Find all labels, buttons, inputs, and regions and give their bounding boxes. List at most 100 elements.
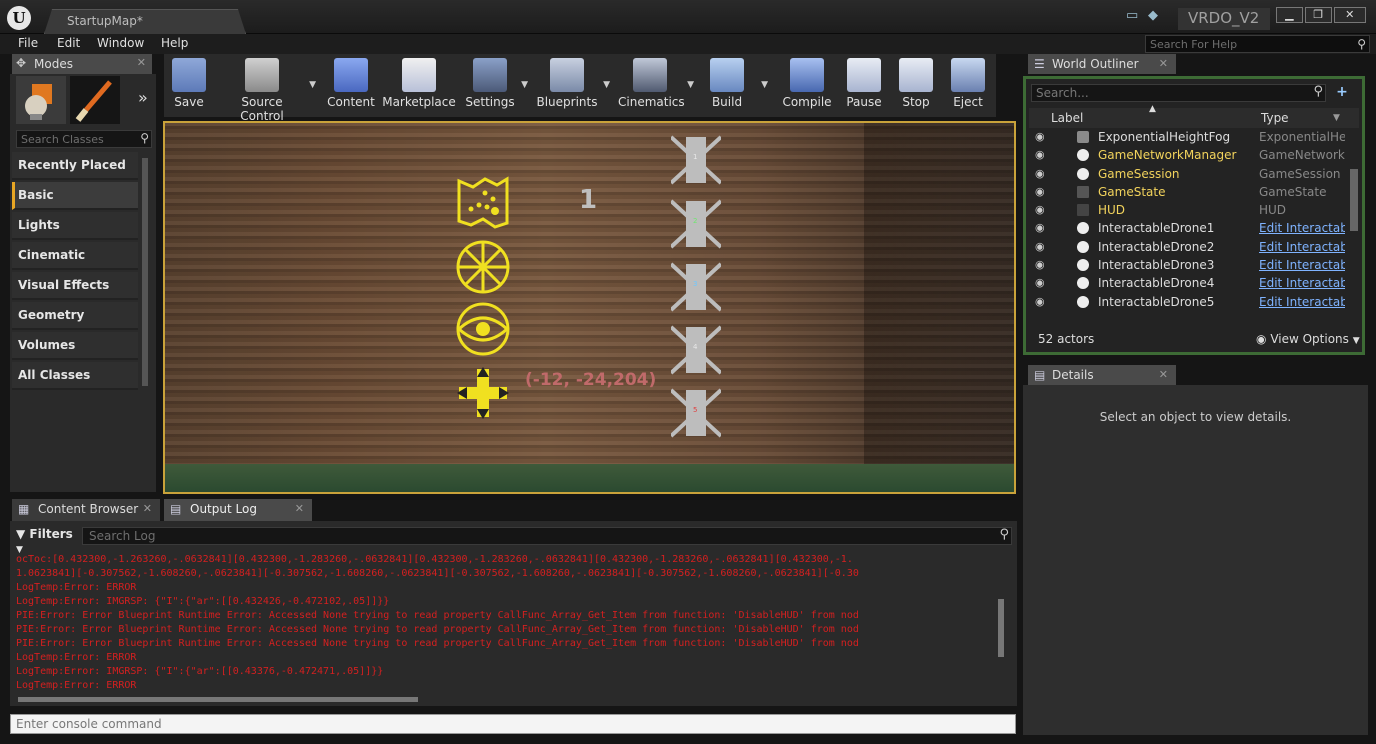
- stop-button[interactable]: Stop: [898, 58, 934, 114]
- outliner-search-input[interactable]: Search... ⚲: [1031, 84, 1326, 102]
- minimize-button[interactable]: ▁: [1276, 7, 1303, 23]
- settings-dropdown-icon[interactable]: ▼: [521, 80, 528, 90]
- drone-marker-4[interactable]: 4: [669, 325, 723, 375]
- visibility-eye-icon[interactable]: ◉: [1035, 276, 1045, 289]
- add-filter-icon[interactable]: +: [1331, 84, 1353, 102]
- filters-button[interactable]: ▼ Filters ▼: [16, 527, 76, 555]
- save-button[interactable]: Save: [170, 58, 208, 114]
- outliner-row[interactable]: ◉ InteractableDrone5 Edit Interactab: [1029, 293, 1347, 311]
- outliner-row[interactable]: ◉ GameState GameState: [1029, 183, 1347, 201]
- edit-blueprint-link[interactable]: Edit Interactab: [1259, 221, 1345, 235]
- outliner-scrollbar[interactable]: [1350, 169, 1358, 231]
- modes-tab[interactable]: ✥ Modes ✕: [12, 54, 152, 74]
- outliner-row[interactable]: ◉ GameSession GameSession: [1029, 165, 1347, 183]
- help-search-input[interactable]: Search For Help ⚲: [1145, 35, 1370, 53]
- edit-blueprint-link[interactable]: Edit Interactab: [1259, 258, 1345, 272]
- categories-scrollbar[interactable]: [142, 158, 148, 386]
- category-cinematic[interactable]: Cinematic: [12, 242, 138, 270]
- close-icon[interactable]: ✕: [143, 502, 152, 515]
- level-viewport[interactable]: 1 (-12, -24,204) 1 2 3 4 5: [163, 121, 1016, 494]
- drone-marker-5[interactable]: 5: [669, 388, 723, 438]
- pause-icon: [847, 58, 881, 92]
- edit-blueprint-link[interactable]: Edit Interactab: [1259, 295, 1345, 309]
- category-volumes[interactable]: Volumes: [12, 332, 138, 360]
- close-icon[interactable]: ✕: [295, 502, 304, 515]
- outliner-row[interactable]: ◉ InteractableDrone4 Edit Interactab: [1029, 274, 1347, 292]
- visibility-eye-icon[interactable]: ◉: [1035, 148, 1045, 161]
- outliner-row[interactable]: ◉ InteractableDrone1 Edit Interactab: [1029, 219, 1347, 237]
- edit-blueprint-link[interactable]: Edit Interactab: [1259, 240, 1345, 254]
- category-recently-placed[interactable]: Recently Placed: [12, 152, 138, 180]
- visibility-eye-icon[interactable]: ◉: [1035, 295, 1045, 308]
- settings-button[interactable]: Settings ▼: [464, 58, 528, 114]
- menu-help[interactable]: Help: [161, 36, 188, 50]
- console-command-input[interactable]: Enter console command: [10, 714, 1016, 734]
- visibility-eye-icon[interactable]: ◉: [1035, 221, 1045, 234]
- category-lights[interactable]: Lights: [12, 212, 138, 240]
- log-horizontal-scrollbar[interactable]: [18, 697, 418, 702]
- cinematics-button[interactable]: Cinematics ▼: [618, 58, 694, 114]
- chevron-down-icon[interactable]: ▼: [1333, 113, 1340, 123]
- outliner-row[interactable]: ◉ InteractableDrone2 Edit Interactab: [1029, 238, 1347, 256]
- blueprints-dropdown-icon[interactable]: ▼: [603, 80, 610, 90]
- close-icon[interactable]: ✕: [137, 56, 146, 69]
- blueprints-button[interactable]: Blueprints ▼: [536, 58, 610, 114]
- column-type[interactable]: Type: [1261, 111, 1289, 125]
- search-icon: ⚲: [1357, 37, 1366, 51]
- close-icon[interactable]: ✕: [1159, 57, 1168, 70]
- outliner-row[interactable]: ◉ HUD HUD: [1029, 201, 1347, 219]
- visibility-eye-icon[interactable]: ◉: [1035, 258, 1045, 271]
- build-button[interactable]: Build ▼: [708, 58, 768, 114]
- visibility-eye-icon[interactable]: ◉: [1035, 203, 1045, 216]
- build-dropdown-icon[interactable]: ▼: [761, 80, 768, 90]
- visibility-eye-icon[interactable]: ◉: [1035, 240, 1045, 253]
- menu-window[interactable]: Window: [97, 36, 144, 50]
- tab-output-log[interactable]: ▤ Output Log ✕: [164, 499, 312, 521]
- tab-content-browser[interactable]: ▦ Content Browser ✕: [12, 499, 160, 521]
- category-basic[interactable]: Basic: [12, 182, 138, 210]
- edit-blueprint-link[interactable]: Edit Interactab: [1259, 276, 1345, 290]
- marketplace-button[interactable]: Marketplace: [382, 58, 456, 114]
- category-geometry[interactable]: Geometry: [12, 302, 138, 330]
- menu-edit[interactable]: Edit: [57, 36, 80, 50]
- outliner-row[interactable]: ◉ ExponentialHeightFog ExponentialHeig: [1029, 128, 1347, 146]
- save-label: Save: [174, 95, 204, 109]
- more-modes-icon[interactable]: »: [138, 88, 154, 110]
- place-mode-button[interactable]: [16, 76, 66, 124]
- drone-marker-1[interactable]: 1: [669, 135, 723, 185]
- log-vertical-scrollbar[interactable]: [998, 599, 1004, 657]
- compile-label: Compile: [782, 95, 832, 109]
- content-button[interactable]: Content: [326, 58, 376, 114]
- search-log-input[interactable]: Search Log ⚲: [82, 527, 1012, 545]
- close-button[interactable]: ✕: [1333, 7, 1366, 23]
- eject-button[interactable]: Eject: [950, 58, 986, 114]
- chat-icon[interactable]: ▭: [1126, 8, 1144, 24]
- outliner-row[interactable]: ◉ GameNetworkManager GameNetworkM: [1029, 146, 1347, 164]
- unreal-logo-icon: U: [7, 6, 31, 30]
- column-label[interactable]: Label: [1051, 111, 1083, 125]
- category-visual-effects[interactable]: Visual Effects: [12, 272, 138, 300]
- learn-icon[interactable]: ◆: [1148, 8, 1166, 24]
- drone-marker-2[interactable]: 2: [669, 199, 723, 249]
- source-control-dropdown-icon[interactable]: ▼: [309, 80, 316, 90]
- pause-button[interactable]: Pause: [844, 58, 884, 114]
- cinematics-dropdown-icon[interactable]: ▼: [687, 80, 694, 90]
- document-tab[interactable]: StartupMap*: [44, 9, 246, 34]
- search-icon: ⚲: [140, 131, 149, 145]
- details-tab[interactable]: ▤ Details ✕: [1028, 365, 1176, 385]
- restore-button[interactable]: ❐: [1304, 7, 1332, 23]
- view-options-button[interactable]: ◉ View Options ▼: [1256, 332, 1360, 346]
- paint-mode-button[interactable]: [70, 76, 120, 124]
- visibility-eye-icon[interactable]: ◉: [1035, 130, 1045, 143]
- compile-button[interactable]: Compile: [780, 58, 834, 114]
- outliner-row[interactable]: ◉ InteractableDrone3 Edit Interactab: [1029, 256, 1347, 274]
- search-classes-input[interactable]: Search Classes ⚲: [16, 130, 152, 148]
- close-icon[interactable]: ✕: [1159, 368, 1168, 381]
- menu-file[interactable]: File: [18, 36, 38, 50]
- visibility-eye-icon[interactable]: ◉: [1035, 185, 1045, 198]
- world-outliner-tab[interactable]: ☰ World Outliner ✕: [1028, 54, 1176, 74]
- drone-marker-3[interactable]: 3: [669, 262, 723, 312]
- visibility-eye-icon[interactable]: ◉: [1035, 167, 1045, 180]
- source-control-button[interactable]: Source Control ▼: [220, 58, 316, 123]
- category-all-classes[interactable]: All Classes: [12, 362, 138, 390]
